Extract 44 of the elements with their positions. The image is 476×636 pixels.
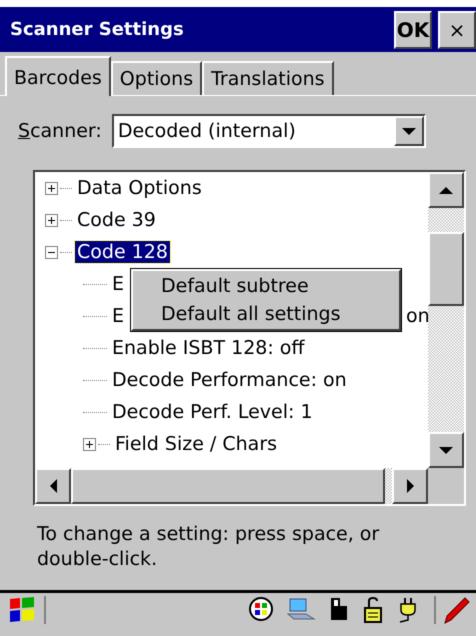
right-arrow-icon xyxy=(406,479,414,493)
scroll-thumb[interactable] xyxy=(428,232,464,306)
tree-item[interactable]: Decode Perf. Level: 1 xyxy=(110,401,315,423)
scroll-down-button[interactable] xyxy=(428,432,464,468)
tree-item[interactable]: Decode Performance: on xyxy=(110,369,349,391)
horizontal-scrollbar[interactable] xyxy=(35,468,428,504)
tab[interactable]: Translations xyxy=(202,61,334,95)
ok-button[interactable]: OK xyxy=(394,10,432,48)
menu-item[interactable]: Default all settings xyxy=(133,300,399,328)
computer-icon[interactable] xyxy=(286,596,316,622)
vertical-scrollbar[interactable] xyxy=(428,172,464,468)
collapse-icon[interactable] xyxy=(45,246,58,258)
tree-item[interactable]: E xyxy=(110,273,126,295)
tab[interactable]: Barcodes xyxy=(5,56,111,96)
start-flag-icon[interactable] xyxy=(7,596,37,624)
left-arrow-icon xyxy=(50,479,56,493)
scanner-label: Scanner: xyxy=(18,120,102,142)
up-arrow-icon xyxy=(439,186,453,194)
tree-item[interactable]: Code 39 xyxy=(75,209,158,231)
tree-item-text: on xyxy=(406,305,428,327)
help-text: To change a setting: press space, or double-click. xyxy=(36,522,380,572)
expand-icon[interactable] xyxy=(45,182,58,194)
scrollbar-corner xyxy=(428,468,464,504)
down-arrow-icon xyxy=(402,128,416,134)
scroll-left-button[interactable] xyxy=(35,468,71,504)
close-button[interactable]: × xyxy=(438,10,476,48)
expand-icon[interactable] xyxy=(83,438,96,450)
memory-card-icon[interactable] xyxy=(328,596,350,622)
tab[interactable]: Options xyxy=(110,61,202,95)
tree-item[interactable]: Enable ISBT 128: off xyxy=(110,337,307,359)
grid-globe-icon[interactable] xyxy=(248,596,274,622)
window-title: Scanner Settings xyxy=(10,19,185,40)
scroll-thumb[interactable] xyxy=(71,468,385,504)
scroll-right-button[interactable] xyxy=(392,468,428,504)
tree-item[interactable]: Data Options xyxy=(75,177,204,199)
lock-icon[interactable] xyxy=(362,596,384,624)
scroll-up-button[interactable] xyxy=(428,172,464,208)
expand-icon[interactable] xyxy=(45,214,58,226)
tree-item[interactable]: E xyxy=(110,305,126,327)
scanner-dropdown[interactable]: Decoded (internal) xyxy=(112,114,426,148)
tree-item[interactable]: Field Size / Chars xyxy=(113,433,280,455)
tree-item[interactable]: Code 128 xyxy=(75,241,170,263)
menu-item[interactable]: Default subtree xyxy=(133,272,399,300)
down-arrow-icon xyxy=(439,446,453,454)
